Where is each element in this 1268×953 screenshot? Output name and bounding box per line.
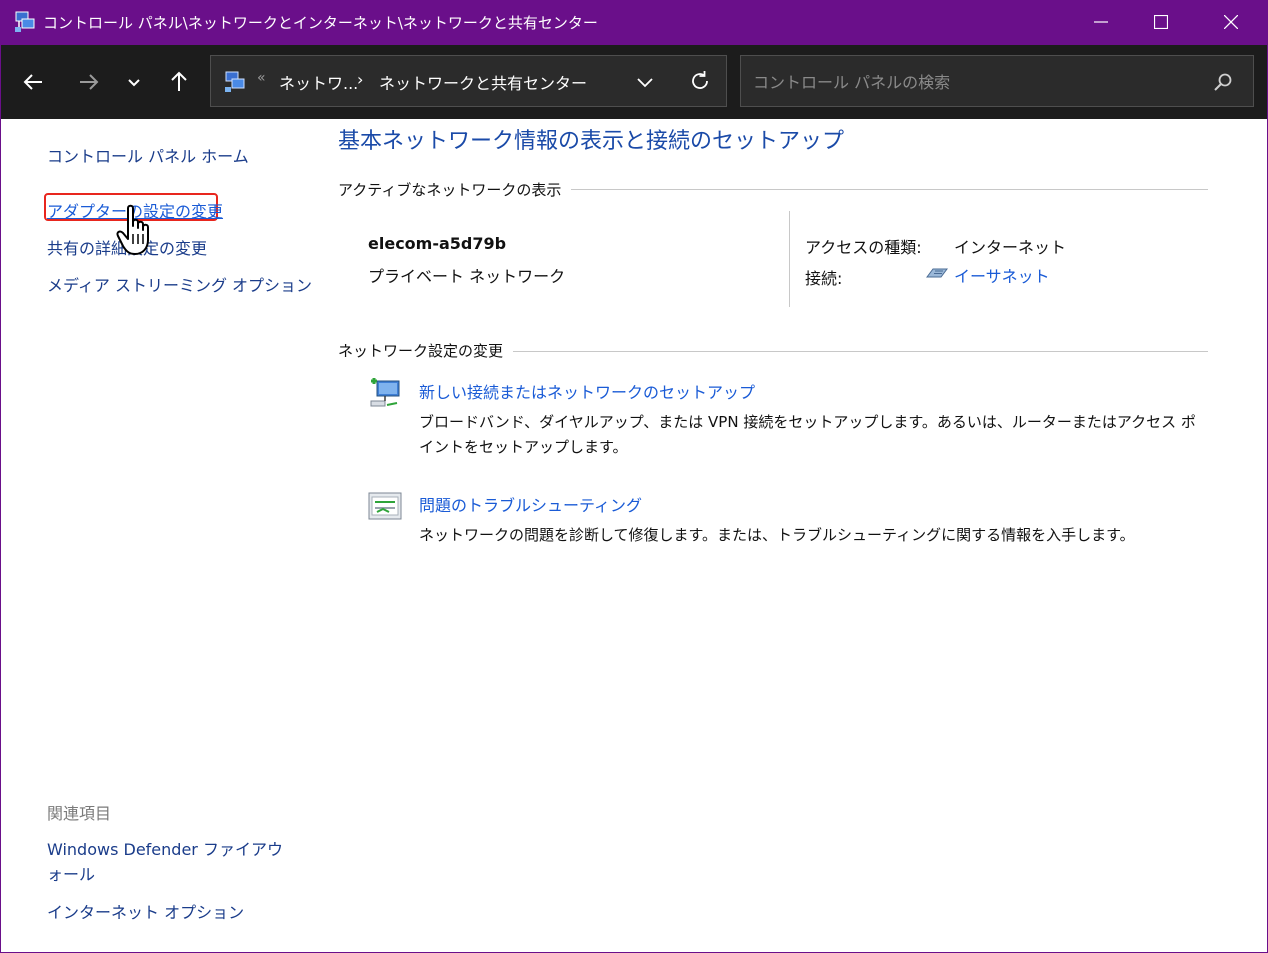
- network-center-icon: [225, 71, 245, 92]
- connection-label: 接続:: [805, 269, 843, 288]
- media-streaming-options-link[interactable]: メディア ストリーミング オプション: [47, 272, 312, 296]
- vertical-divider: [789, 211, 790, 307]
- troubleshoot-icon: [368, 492, 402, 520]
- navigation-bar: « ネットワ... › ネットワークと共有センター: [1, 45, 1267, 119]
- access-type-label: アクセスの種類:: [805, 238, 922, 257]
- search-box[interactable]: [740, 55, 1254, 107]
- maximize-button[interactable]: [1126, 0, 1196, 45]
- access-type-value: インターネット: [954, 238, 1067, 257]
- internet-options-link[interactable]: インターネット オプション: [47, 899, 244, 923]
- ethernet-connection-link[interactable]: イーサネット: [954, 263, 1050, 287]
- new-connection-setup-link[interactable]: 新しい接続またはネットワークのセットアップ: [419, 379, 755, 403]
- control-panel-home-link[interactable]: コントロール パネル ホーム: [47, 143, 249, 167]
- breadcrumb-network-and-internet[interactable]: ネットワ...: [279, 70, 358, 94]
- chevron-down-icon[interactable]: [633, 70, 657, 94]
- refresh-icon[interactable]: [687, 68, 713, 94]
- back-button[interactable]: [19, 67, 49, 97]
- related-items-heading: 関連項目: [47, 804, 112, 823]
- network-type: プライベート ネットワーク: [368, 267, 566, 286]
- window-title: コントロール パネル\ネットワークとインターネット\ネットワークと共有センター: [43, 14, 598, 32]
- forward-button[interactable]: [73, 67, 103, 97]
- network-name: elecom-a5d79b: [368, 234, 507, 253]
- breadcrumb-network-center[interactable]: ネットワークと共有センター: [379, 70, 587, 94]
- up-icon: [171, 71, 187, 91]
- troubleshoot-problems-link[interactable]: 問題のトラブルシューティング: [419, 492, 642, 516]
- new-connection-icon: [370, 378, 400, 407]
- active-networks-heading: アクティブなネットワークの表示: [338, 179, 572, 200]
- change-settings-heading: ネットワーク設定の変更: [338, 340, 514, 361]
- breadcrumb-separator[interactable]: ›: [357, 70, 363, 89]
- forward-icon: [80, 74, 99, 90]
- close-button[interactable]: [1196, 0, 1266, 45]
- address-bar[interactable]: « ネットワ... › ネットワークと共有センター: [210, 55, 727, 107]
- recent-locations-icon: [128, 79, 140, 87]
- up-button[interactable]: [164, 67, 194, 97]
- windows-defender-firewall-link[interactable]: Windows Defender ファイアウォール: [47, 837, 297, 887]
- search-icon[interactable]: [1211, 70, 1235, 94]
- close-icon: [1224, 15, 1238, 29]
- hand-cursor-icon: [116, 204, 149, 255]
- recent-locations-button[interactable]: [119, 67, 149, 97]
- back-icon: [23, 74, 42, 90]
- title-bar: コントロール パネル\ネットワークとインターネット\ネットワークと共有センター: [1, 0, 1267, 45]
- maximize-icon: [1154, 15, 1168, 29]
- window: コントロール パネル\ネットワークとインターネット\ネットワークと共有センター: [1, 0, 1267, 952]
- troubleshoot-description: ネットワークの問題を診断して修復します。または、トラブルシューティングに関する情…: [419, 526, 1135, 544]
- network-center-icon: [15, 11, 35, 32]
- minimize-icon: [1094, 21, 1108, 23]
- breadcrumb-overflow[interactable]: «: [257, 70, 266, 86]
- new-connection-description: ブロードバンド、ダイヤルアップ、または VPN 接続をセットアップします。あるい…: [419, 413, 1196, 456]
- ethernet-icon: [926, 268, 948, 278]
- search-input[interactable]: [751, 68, 1195, 96]
- page-title: 基本ネットワーク情報の表示と接続のセットアップ: [338, 129, 845, 154]
